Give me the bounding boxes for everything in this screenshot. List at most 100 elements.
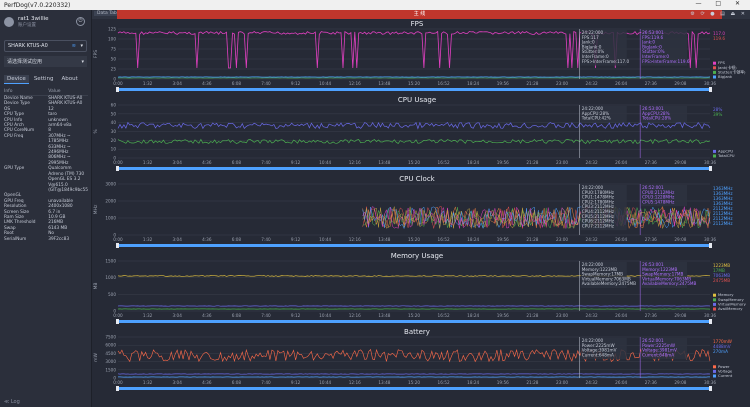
title-bar: PerfDog(v7.0.220332) — □ ✕	[0, 0, 750, 10]
x-tick-label: 16:52	[438, 81, 450, 86]
panel-fps: FPS FPS 125 100 75 50 25 0 0:00 1:32 3:04 4:36 6:08 7…	[92, 19, 750, 95]
chart-svg[interactable]: MHz30002000100000:00 1:32 3:04 4:36 6:08 7:40…	[92, 174, 750, 251]
tooltip-line: AvailableMemory:2475MB	[582, 281, 636, 286]
app-select[interactable]: 请选择测试应用 ▾	[4, 56, 87, 67]
panel-cpu-clock: CPU Clock MHz 3000 2000 1000 0 0:00 1:32 3:04 4:3…	[92, 174, 750, 251]
account-settings-link[interactable]: 账户设置	[18, 22, 49, 28]
power-icon[interactable]: ⏻	[76, 17, 85, 26]
x-tick-label: 16:52	[438, 160, 450, 165]
x-tick-label: 1:32	[143, 81, 153, 86]
y-axis-label: mW	[93, 353, 99, 362]
y-tick-label: 25	[111, 67, 117, 72]
info-value: 307MHz ~ 1785MHz 633MHz ~ 2496MHz 806MHz ~…	[48, 133, 71, 166]
legend-entry: BigJank	[718, 74, 733, 79]
x-tick-label: 7:40	[261, 81, 271, 86]
x-tick-label: 30:36	[704, 237, 716, 242]
chart-svg[interactable]: mW7500600045003000150000:00 1:32 3:04 4:36 6…	[92, 327, 750, 394]
time-scrollbar[interactable]	[118, 320, 710, 323]
y-tick-label: 30	[111, 129, 117, 134]
panel-memory-usage: Memory Usage MB 1500 1000 500 0 0:00 1:32 3:04 4:…	[92, 251, 750, 327]
wifi-icon: ≋	[71, 43, 76, 49]
x-tick-label: 18:24	[467, 380, 479, 385]
x-tick-label: 6:08	[232, 313, 242, 318]
y-tick-label: 3000	[105, 359, 116, 364]
tab-device[interactable]: Device	[4, 75, 29, 84]
chart-svg[interactable]: FPS12510075502500:00 1:32 3:04 4:36 6:08 7:40…	[92, 19, 750, 95]
x-tick-label: 9:12	[291, 237, 301, 242]
chevron-down-icon: ▾	[80, 43, 83, 49]
scroll-handle-left	[116, 87, 119, 92]
time-scrollbar[interactable]	[118, 167, 710, 170]
window-controls[interactable]: — □ ✕	[695, 0, 746, 7]
x-tick-label: 4:36	[202, 313, 212, 318]
info-header-key: Info	[4, 88, 49, 96]
y-axis-label: MB	[93, 283, 99, 290]
x-tick-label: 29:08	[674, 160, 686, 165]
tooltip: 24:22:000Power:2225mWVoltage:3981mVCurre…	[580, 338, 627, 360]
x-tick-label: 23:00	[556, 380, 568, 385]
chevron-down-icon: ▾	[81, 58, 84, 65]
legend-swatch	[713, 293, 716, 297]
time-scrollbar[interactable]	[118, 88, 710, 91]
x-tick-label: 19:56	[497, 160, 509, 165]
toolbar-icons[interactable]: ⚙ ⟳ ● ▤ ⏏ ✕	[690, 11, 747, 17]
log-toggle[interactable]: ≪ Log	[4, 399, 20, 405]
avatar[interactable]	[4, 17, 14, 27]
x-tick-label: 13:48	[378, 380, 390, 385]
device-info-table: Info Value Device Name SHARK KTUS-A0 Devic…	[4, 88, 88, 242]
y-tick-label: 50	[111, 111, 117, 116]
y-tick-label: 2000	[105, 199, 116, 204]
x-tick-label: 29:08	[674, 237, 686, 242]
x-tick-label: 3:04	[172, 81, 182, 86]
x-tick-label: 18:24	[467, 81, 479, 86]
x-tick-label: 13:48	[378, 160, 390, 165]
x-tick-label: 23:00	[556, 237, 568, 242]
y-tick-label: 1500	[105, 259, 116, 264]
x-tick-label: 30:36	[704, 313, 716, 318]
y-tick-label: 500	[108, 292, 116, 297]
tooltip: 26:52:001Power:2225mWVoltage:3981mVCurre…	[641, 338, 688, 360]
top-bar: Data Tab 主 线 ⚙ ⟳ ● ▤ ⏏ ✕	[92, 10, 750, 19]
legend-swatch	[713, 61, 716, 65]
x-tick-label: 18:24	[467, 313, 479, 318]
chart-svg[interactable]: MB1500100050000:00 1:32 3:04 4:36 6:08 7:40 9:…	[92, 251, 750, 327]
x-tick-label: 19:56	[497, 380, 509, 385]
x-tick-label: 16:52	[438, 237, 450, 242]
x-tick-label: 21:28	[526, 237, 538, 242]
x-tick-label: 29:08	[674, 81, 686, 86]
data-tab[interactable]: Data Tab	[94, 11, 120, 16]
chart-svg[interactable]: %60504030201000:00 1:32 3:04 4:36 6:08 7:40 9:…	[92, 95, 750, 174]
y-tick-label: 6000	[105, 343, 116, 348]
x-tick-label: 3:04	[172, 380, 182, 385]
legend-swatch	[713, 369, 716, 373]
x-tick-label: 24:32	[586, 237, 598, 242]
x-tick-label: 9:12	[291, 81, 301, 86]
tooltip-line: CPU7:2112MHz	[582, 223, 615, 228]
current-value: 119.6	[713, 36, 725, 41]
main-thread-banner[interactable]: 主 线	[117, 10, 722, 19]
current-value: 39%	[713, 112, 722, 117]
info-header-value: Value	[48, 88, 88, 96]
tooltip-line: TotalCPU:28%	[641, 116, 671, 121]
scroll-handle-left	[116, 386, 119, 391]
x-tick-label: 9:12	[291, 160, 301, 165]
x-tick-label: 26:04	[615, 160, 627, 165]
current-value: 2475MB	[713, 278, 730, 283]
time-scrollbar[interactable]	[118, 244, 710, 247]
tab-setting[interactable]: Setting	[31, 75, 57, 84]
device-select[interactable]: SHARK KTUS-A0 ≋ ▾	[4, 40, 87, 52]
x-tick-label: 26:04	[615, 313, 627, 318]
tab-about[interactable]: About	[59, 75, 81, 84]
info-value: Qualcomm Adreno (TM) 730 OpenGL ES 3.2 V@6…	[48, 166, 89, 193]
y-axis-label: MHz	[93, 204, 99, 214]
x-tick-label: 10:44	[319, 313, 331, 318]
y-tick-label: 60	[111, 103, 117, 108]
time-scrollbar[interactable]	[118, 387, 710, 390]
tooltip-line: CPU5:1478MHz	[642, 199, 675, 204]
x-tick-label: 4:36	[202, 81, 212, 86]
info-key: GPU Type	[4, 166, 25, 172]
x-tick-label: 1:32	[143, 313, 153, 318]
series-line	[362, 206, 711, 229]
x-tick-label: 13:48	[378, 237, 390, 242]
x-tick-label: 29:08	[674, 380, 686, 385]
